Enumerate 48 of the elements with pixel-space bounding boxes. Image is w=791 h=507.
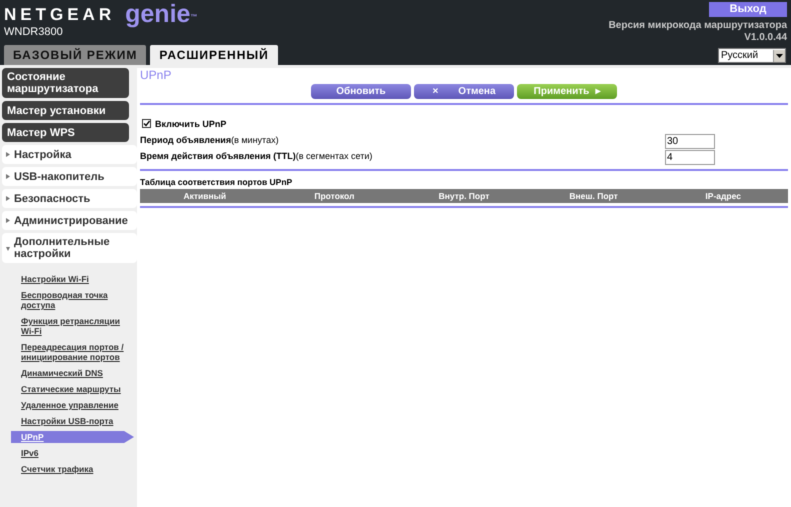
submenu-link[interactable]: Беспроводная точка доступа [2,289,129,311]
caret-right-icon [6,152,10,157]
logout-button[interactable]: Выход [709,2,787,17]
enable-label: Включить UPnP [155,118,226,131]
submenu-link[interactable]: Динамический DNS [2,367,129,379]
nav-section[interactable]: Администрирование [2,211,137,230]
enable-checkbox[interactable] [142,118,151,128]
mode-tab[interactable]: БАЗОВЫЙ РЕЖИМ [4,45,146,65]
nav-button[interactable]: Состояние маршрутизатора [2,68,129,98]
submenu-link[interactable]: Счетчик трафика [2,463,129,475]
firmware-version: V1.0.0.44 [744,32,787,44]
input-field[interactable]: 4 [665,150,715,164]
mode-tab[interactable]: РАСШИРЕННЫЙ [150,45,278,65]
nav-section[interactable]: Настройка [2,145,137,164]
brand-logo: NETGEAR [4,4,116,26]
column-header: Активный [182,190,228,203]
nav-section[interactable]: Дополнительные настройки [2,233,137,263]
caret-right-icon [6,218,10,223]
product-logo: genie$^{™}$ [125,2,198,26]
nav-section[interactable]: USB-накопитель [2,167,137,186]
field-label: Время действия объявления (TTL)(в сегментах сети) [140,150,372,164]
nav-button[interactable]: Мастер WPS [2,123,129,142]
language-select[interactable]: Русский [718,48,786,63]
submenu-link[interactable]: Удаленное управление [2,399,129,411]
column-header: Внутр. Порт [438,190,490,203]
submenu-link[interactable]: Настройки USB-порта [2,415,129,427]
column-header: Внеш. Порт [568,190,619,203]
refresh-button[interactable]: Обновить [311,84,411,99]
submenu-link[interactable]: UPnP [11,431,134,443]
submenu-link[interactable]: Переадресация портов / инициирование портов [2,341,129,363]
caret-right-icon [6,174,10,179]
field-label: Период объявления(в минутах) [140,134,279,148]
submenu-link[interactable]: Функция ретрансляции Wi-Fi [2,315,129,337]
firmware-label: Версия микрокода маршрутизатора [608,19,787,32]
input-field[interactable]: 30 [665,134,715,148]
table-title: Таблица соответствия портов UPnP [140,176,294,188]
column-header: IP-адрес [704,190,742,203]
nav-button[interactable]: Мастер установки [2,101,129,120]
caret-down-icon [6,246,10,250]
submenu-link[interactable]: Статические маршруты [2,383,129,395]
page-title: UPnP [140,68,172,82]
model-name: WNDR3800 [4,26,64,39]
caret-right-icon [6,196,10,201]
column-header: Протокол [313,190,356,203]
cancel-button[interactable]: × Отмена [414,84,514,99]
nav-section[interactable]: Безопасность [2,189,137,208]
submenu-link[interactable]: Настройки Wi-Fi [2,273,129,285]
submenu-link[interactable]: IPv6 [2,447,129,459]
